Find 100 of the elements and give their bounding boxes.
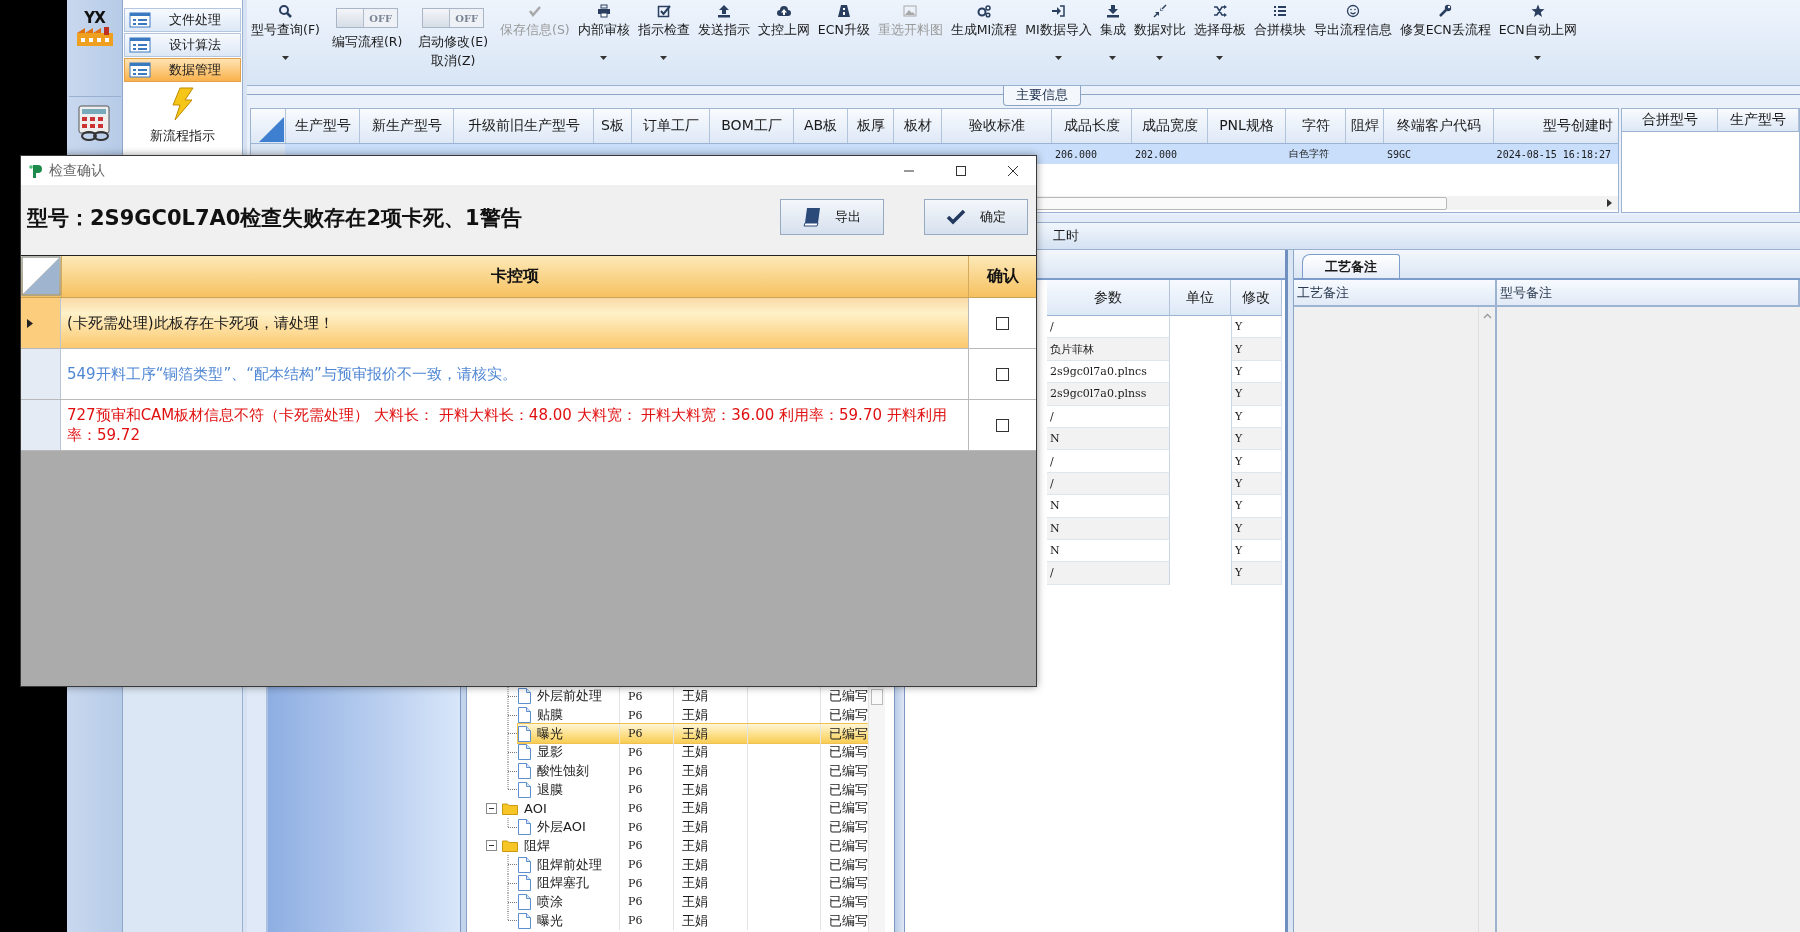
toolbar-button[interactable]: 发送指示 (693, 0, 754, 72)
nav-item[interactable]: 数据管理 (124, 58, 241, 82)
tab[interactable]: 工艺备注 (1302, 254, 1400, 278)
tree-item[interactable]: 阻焊前处理 (518, 855, 619, 874)
export-button[interactable]: 导出 (780, 199, 884, 235)
column-header[interactable]: 型号备注 (1497, 280, 1800, 305)
tree-row[interactable]: 喷涂 P6 王娟 已编写 (518, 892, 868, 912)
column-header[interactable]: 升级前旧生产型号 (453, 109, 593, 143)
checkbox[interactable] (996, 367, 1009, 381)
tree-item[interactable]: 退膜 (518, 780, 619, 800)
table-cell-text: 2024-08-15 16:18:27 (1495, 147, 1612, 162)
tree-item[interactable]: 喷涂 (518, 892, 619, 912)
column-header[interactable]: 卡控项 (61, 256, 968, 297)
tree-item[interactable]: 外层前处理 (518, 687, 619, 706)
table-cell: P6 (619, 911, 673, 930)
checkbox[interactable] (996, 316, 1009, 330)
column-header[interactable]: 单位 (1170, 280, 1231, 316)
table-cell: P6 (619, 817, 673, 837)
table-row[interactable]: 549开料工序“铜箔类型”、“配本结构”与预审报价不一致，请核实。 (21, 349, 1036, 400)
column-header[interactable]: 生产型号 (1718, 109, 1799, 131)
column-header[interactable]: 订单工厂 (631, 109, 709, 143)
tree-row[interactable]: AOI P6 王娟 已编写 (502, 799, 868, 818)
toolbar-button[interactable]: 导出流程信息 (1309, 0, 1396, 72)
column-header[interactable]: 确认 (968, 256, 1036, 297)
tree-connector (507, 873, 518, 893)
scroll-up-icon[interactable] (1482, 313, 1492, 319)
table-cell: Y (1231, 338, 1282, 361)
tree-item[interactable]: 显影 (518, 743, 619, 762)
column-header[interactable]: 板厚 (847, 109, 893, 143)
shortcut-button[interactable]: 新流程指示 (150, 83, 215, 149)
table-cell-text: 白色字符 (1288, 147, 1330, 161)
column-header[interactable]: 成品长度 (1051, 109, 1131, 143)
tree-item[interactable]: 阻焊 (502, 836, 619, 856)
folder-icon (502, 801, 518, 815)
column-header[interactable]: 合拼型号 (1622, 109, 1718, 131)
column-header[interactable]: 新生产型号 (359, 109, 453, 143)
app-logo[interactable]: YX (68, 10, 121, 97)
column-header[interactable]: 生产型号 (285, 109, 359, 143)
tree-row[interactable]: 显影 P6 王娟 已编写 (518, 743, 868, 762)
column-header[interactable]: PNL规格 (1207, 109, 1285, 143)
scroll-right-icon[interactable] (1604, 198, 1614, 208)
tab[interactable]: 工时 (1049, 227, 1083, 245)
tree-row[interactable]: 阻焊 P6 王娟 已编写 (502, 836, 868, 856)
tree-row[interactable]: 退膜 P6 王娟 已编写 (518, 780, 868, 800)
tree-item[interactable]: 贴膜 (518, 705, 619, 725)
collapse-toggle[interactable] (486, 840, 497, 852)
tree-item[interactable]: 酸性蚀刻 (518, 761, 619, 781)
toolbar-button[interactable]: 修复ECN丢流程 (1395, 0, 1495, 72)
column-header[interactable]: 型号创建时 (1493, 109, 1613, 143)
tree-row[interactable]: 曝光 P6 王娟 已编写 (518, 911, 868, 930)
toolbar-button[interactable]: ECN升级 (813, 0, 874, 72)
tree-item[interactable]: 阻焊塞孔 (518, 873, 619, 893)
toolbar-button[interactable]: 内部审核 (573, 0, 634, 72)
toolbar-button[interactable]: ECN自动上网 (1494, 0, 1581, 72)
tree-row[interactable]: 阻焊塞孔 P6 王娟 已编写 (518, 873, 868, 893)
nav-item[interactable]: 设计算法 (124, 33, 241, 57)
tree-item[interactable]: 曝光 (518, 911, 619, 930)
select-all-corner[interactable] (21, 256, 61, 296)
collapse-toggle[interactable] (486, 802, 497, 814)
column-header[interactable]: 阻焊 (1345, 109, 1383, 143)
tree-item[interactable]: 外层AOI (518, 817, 619, 837)
toolbar-button[interactable]: 指示检查 (633, 0, 694, 72)
document-icon (518, 688, 531, 705)
tree-row[interactable]: 阻焊前处理 P6 王娟 已编写 (518, 855, 868, 874)
window-list-icon (129, 12, 151, 28)
column-header[interactable]: 字符 (1285, 109, 1345, 143)
tree-row[interactable]: 外层AOI P6 王娟 已编写 (518, 817, 868, 837)
nav-item[interactable]: 文件处理 (124, 8, 241, 32)
toolbar-button[interactable]: 型号查询(F) (247, 0, 324, 72)
toolbar-button[interactable]: 选择母板 (1189, 0, 1250, 72)
column-header[interactable]: 板材 (893, 109, 941, 143)
table-cell: / (1047, 472, 1170, 496)
tree-row[interactable]: 曝光 P6 王娟 已编写 (518, 724, 868, 744)
column-header[interactable]: 验收标准 (941, 109, 1051, 143)
column-header[interactable]: S板 (593, 109, 631, 143)
table-row[interactable]: 727预审和CAM板材信息不符（卡死需处理） 大料长： 开料大料长：48.00 大料宽： 开料大料宽：36.00 利用率：59.70 开料利用率：59.72 (21, 400, 1036, 451)
column-header[interactable]: 终端客户代码 (1383, 109, 1493, 143)
column-header[interactable]: 参数 (1047, 280, 1170, 316)
document-icon (518, 819, 531, 836)
toolbar-button[interactable]: 生成MI流程 (946, 0, 1022, 72)
tree-item[interactable]: 曝光 (518, 724, 619, 744)
confirm-button[interactable]: 确定 (924, 199, 1028, 235)
table-cell: 王娟 (673, 892, 747, 912)
toolbar-button[interactable]: MI数据导入 (1021, 0, 1096, 72)
toolbar-button[interactable]: 文控上网 (753, 0, 814, 72)
column-header[interactable]: 工艺备注 (1294, 280, 1497, 305)
table-row[interactable]: (卡死需处理)此板存在卡死项，请处理！ (21, 298, 1036, 349)
toolbar-button[interactable]: 集成 (1095, 0, 1130, 72)
tree-item[interactable]: AOI (502, 799, 619, 818)
column-header[interactable]: AB板 (793, 109, 847, 143)
column-header[interactable]: 修改 (1231, 280, 1282, 316)
tree-row[interactable]: 酸性蚀刻 P6 王娟 已编写 (518, 761, 868, 781)
toolbar-button[interactable]: 合拼模块 (1249, 0, 1310, 72)
toolbar-button[interactable]: 数据对比 (1129, 0, 1190, 72)
scrollbar-thumb[interactable] (871, 689, 883, 705)
column-header[interactable]: BOM工厂 (709, 109, 793, 143)
cancel-button[interactable]: 取消(Z) (431, 53, 476, 70)
checkbox[interactable] (996, 418, 1009, 432)
table-cell: P6 (619, 743, 673, 762)
column-header[interactable]: 成品宽度 (1131, 109, 1207, 143)
